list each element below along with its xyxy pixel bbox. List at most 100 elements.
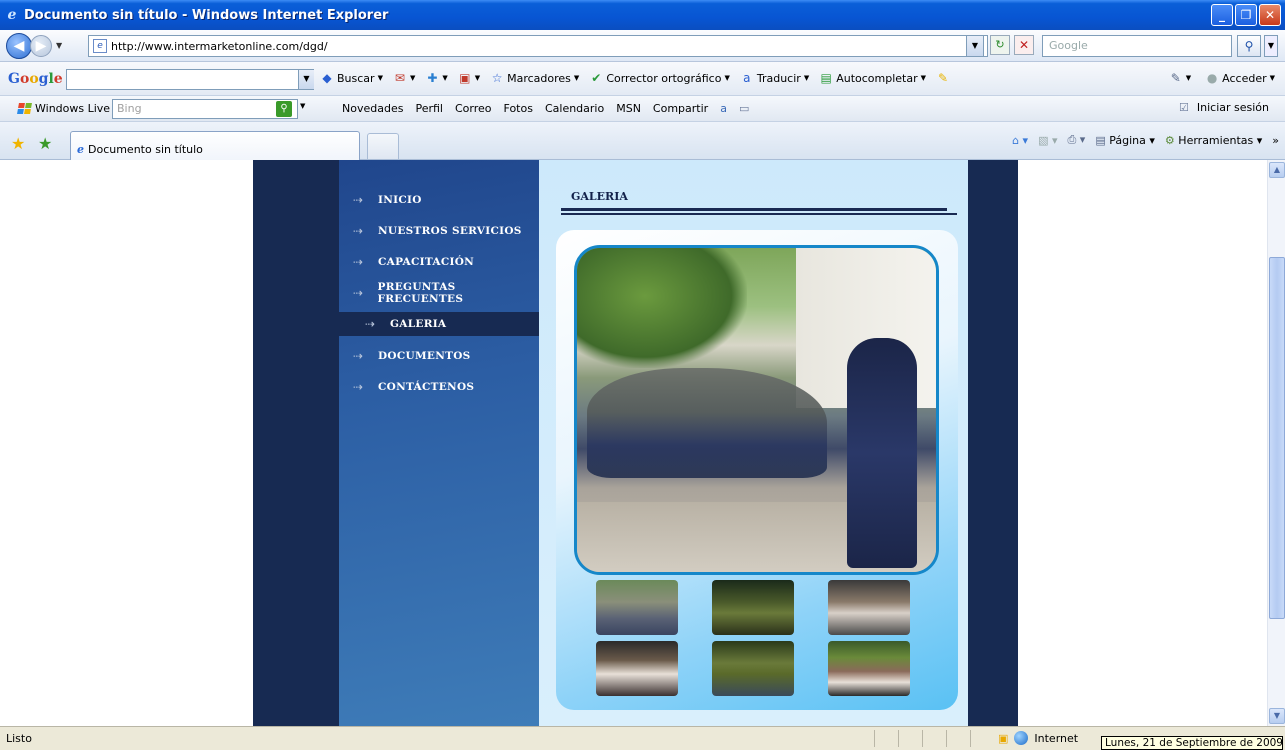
autofill-button[interactable]: ▤ Autocompletar ▼ [819,71,926,85]
live-link-perfil[interactable]: Perfil [415,102,443,115]
windows-live-brand[interactable]: Windows Live [17,102,110,115]
nav-item-capacitaci-n[interactable]: ⇢ CAPACITACIÓN [339,246,542,277]
nav-item-cont-ctenos[interactable]: ⇢ CONTÁCTENOS [339,371,542,402]
plus-icon: ✚ [427,71,438,85]
note-icon[interactable]: ▭ [739,102,749,115]
address-dropdown-button[interactable]: ▼ [966,35,984,57]
back-button[interactable]: ◀ [6,32,32,59]
translate-button[interactable]: a Traducir ▼ [740,71,809,85]
add-favorite-icon[interactable]: ★ [38,134,52,153]
settings-button[interactable]: ✎ ▼ [1169,71,1191,85]
live-link-novedades[interactable]: Novedades [342,102,403,115]
address-toolbar: ◀ ▶ ▼ e http://www.intermarketonline.com… [0,30,1285,62]
news-icon: ✉ [394,71,405,85]
bing-search-input[interactable]: Bing [112,99,298,119]
google-share-button[interactable]: ▣ ▼ [458,71,480,85]
nav-item-galeria[interactable]: ⇢ GALERIA [339,312,542,336]
window-title-bar[interactable]: e Documento sin título - Windows Interne… [0,0,1285,30]
nav-item-inicio[interactable]: ⇢ INICIO [339,184,542,215]
live-link-fotos[interactable]: Fotos [504,102,533,115]
feeds-icon[interactable]: ▧ ▾ [1038,134,1057,147]
translate-icon[interactable]: a [720,102,727,115]
arrow-icon: ⇢ [353,379,364,394]
signin-link[interactable]: Iniciar sesión [1197,101,1269,114]
google-plus-button[interactable]: ✚ ▼ [425,71,447,85]
address-url: http://www.intermarketonline.com/dgd/ [111,39,328,53]
history-dropdown-icon[interactable]: ▼ [56,41,62,50]
gallery-thumbnail[interactable] [596,641,678,696]
nav-item-label: INICIO [378,193,422,206]
checkbox-icon[interactable]: ☑ [1179,101,1189,114]
acceder-button[interactable]: ● Acceder ▼ [1205,71,1275,85]
google-search-input[interactable] [66,69,314,90]
highlighter-button[interactable]: ✎ [936,71,950,85]
search-button[interactable]: ⚲ [1237,35,1261,57]
bing-search-button[interactable]: ⚲ [276,101,292,117]
gallery-thumbnail[interactable] [596,580,678,635]
web-content: ⇢ INICIO ⇢ NUESTROS SERVICIOS ⇢ CAPACITACIÓN ⇢… [0,160,1267,726]
gallery-thumbnail[interactable] [828,580,910,635]
windows-live-toolbar: Windows Live Bing ⚲ ▼ Novedades Perfil C… [0,96,1285,122]
nav-item-nuestros-servicios[interactable]: ⇢ NUESTROS SERVICIOS [339,215,542,246]
search-options-dropdown[interactable]: ▼ [1264,35,1278,57]
security-zone[interactable]: ▣ Internet [998,731,1078,745]
home-icon[interactable]: ⌂ ▾ [1012,134,1028,147]
chevron-more-icon[interactable]: » [1272,134,1279,147]
google-search-button[interactable]: ◆ Buscar ▼ [320,71,383,85]
scroll-thumb[interactable] [1269,257,1285,619]
tab-documento[interactable]: e Documento sin título [70,131,360,160]
google-news-button[interactable]: ✉ ▼ [393,71,415,85]
arrow-icon: ⇢ [353,254,364,269]
page-menu[interactable]: ▤ Página ▾ [1095,134,1155,147]
protected-mode-icon: ▣ [998,731,1009,745]
spellcheck-button[interactable]: ✔ Corrector ortográfico ▼ [589,71,730,85]
forward-button[interactable]: ▶ [30,34,52,57]
globe-icon [1014,731,1029,745]
scroll-up-button[interactable]: ▲ [1269,162,1285,178]
date-tooltip: Lunes, 21 de Septiembre de 2009 [1101,736,1283,750]
windows-flag-icon [17,103,32,114]
print-icon[interactable]: ⎙ ▾ [1068,133,1086,147]
live-link-correo[interactable]: Correo [455,102,492,115]
live-link-compartir[interactable]: Compartir [653,102,708,115]
page-icon: e [93,39,107,53]
tools-menu[interactable]: ⚙ Herramientas ▾ [1165,134,1262,147]
search-input[interactable]: Google [1042,35,1232,57]
share-icon: ▣ [459,71,471,85]
nav-item-label: GALERIA [390,318,447,330]
minimize-button[interactable]: _ [1211,4,1233,26]
live-link-calendario[interactable]: Calendario [545,102,604,115]
search-web-icon: ◆ [322,71,332,85]
arrow-icon: ⇢ [353,192,364,207]
gallery-main-photo[interactable] [574,245,939,575]
arrow-icon: ⇢ [365,317,376,331]
zone-label: Internet [1034,731,1079,745]
wrench-icon: ✎ [1170,71,1181,85]
bing-dropdown-icon[interactable]: ▼ [300,102,305,110]
nav-item-preguntas-frecuentes[interactable]: ⇢ PREGUNTAS FRECUENTES [339,277,542,308]
nav-item-documentos[interactable]: ⇢ DOCUMENTOS [339,340,542,371]
new-tab-button[interactable] [367,133,399,159]
nav-item-label: CAPACITACIÓN [378,255,475,268]
arrow-icon: ⇢ [353,348,364,363]
refresh-button[interactable]: ↻ [990,35,1010,55]
stop-button[interactable]: ✕ [1014,35,1034,55]
close-button[interactable]: ✕ [1259,4,1281,26]
live-link-msn[interactable]: MSN [616,102,641,115]
google-search-dropdown[interactable]: ▼ [298,70,314,89]
address-input[interactable]: e http://www.intermarketonline.com/dgd/ [88,35,988,57]
vertical-scrollbar[interactable]: ▲ ▼ [1267,160,1285,726]
tab-title: Documento sin título [88,143,203,156]
bookmarks-button[interactable]: ☆ Marcadores ▼ [490,71,580,85]
site-main-area: GALERIA [539,160,968,726]
gallery-thumbnail[interactable] [712,641,794,696]
status-bar: Listo ▣ Internet [0,726,1285,750]
page-menu-icon: ▤ [1095,133,1106,147]
star-icon: ☆ [491,71,503,85]
gallery-thumbnail[interactable] [712,580,794,635]
favorites-star-icon[interactable]: ★ [11,134,25,153]
scroll-down-button[interactable]: ▼ [1269,708,1285,724]
gallery-thumbnail[interactable] [828,641,910,696]
maximize-button[interactable]: ❐ [1235,4,1257,26]
nav-item-label: NUESTROS SERVICIOS [378,224,522,237]
